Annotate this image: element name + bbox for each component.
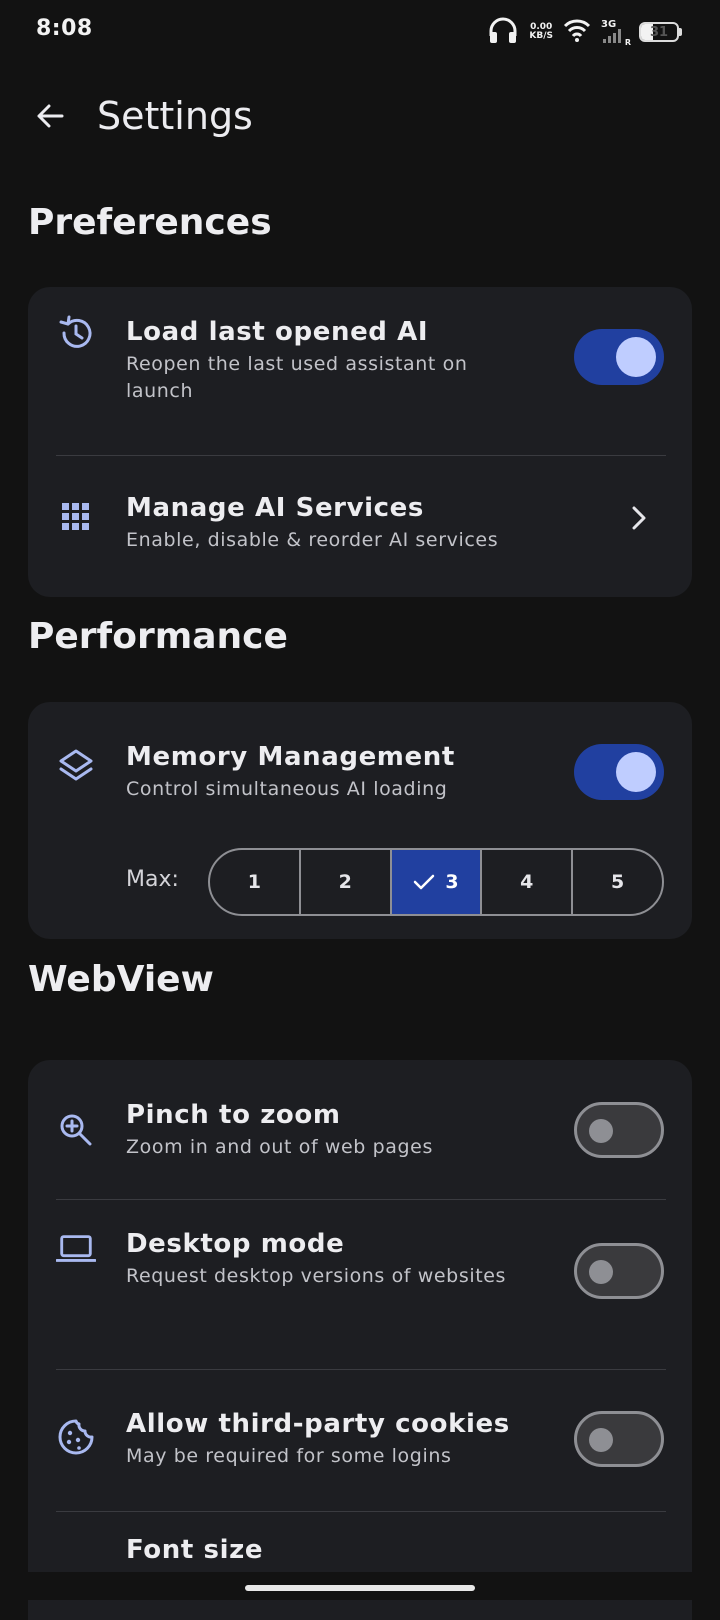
setting-subtitle: Reopen the last used assistant on launch [126, 353, 468, 402]
network-sub: R [624, 38, 631, 47]
load-last-toggle[interactable] [574, 329, 664, 385]
battery-indicator: 31 [639, 22, 682, 42]
history-icon [56, 313, 96, 353]
option-label: 4 [520, 871, 534, 893]
preferences-card: Load last opened AI Reopen the last used… [28, 287, 692, 597]
page-title: Settings [97, 94, 253, 138]
setting-title: Font size [126, 1535, 264, 1565]
back-button[interactable] [30, 96, 70, 136]
wifi-icon [563, 18, 591, 46]
setting-title: Desktop mode [126, 1229, 345, 1259]
section-title-performance: Performance [28, 616, 288, 657]
performance-card: Memory Management Control simultaneous A… [28, 702, 692, 939]
setting-desktop-mode[interactable]: Desktop mode Request desktop versions of… [28, 1201, 692, 1369]
setting-third-party-cookies[interactable]: Allow third-party cookies May be require… [28, 1371, 692, 1509]
net-speed: 0.00 KB/S [529, 23, 553, 41]
setting-subtitle: Request desktop versions of websites [126, 1265, 507, 1287]
setting-subtitle: Control simultaneous AI loading [126, 778, 448, 800]
setting-title: Memory Management [126, 742, 455, 772]
setting-subtitle: Enable, disable & reorder AI services [126, 529, 499, 551]
cell-signal-icon: 3G R [601, 19, 631, 47]
setting-memory-management[interactable]: Memory Management Control simultaneous A… [28, 702, 692, 830]
max-label: Max: [126, 867, 179, 892]
home-indicator[interactable] [245, 1585, 475, 1591]
divider [56, 1369, 666, 1370]
divider [56, 1199, 666, 1200]
setting-subtitle: May be required for some logins [126, 1445, 452, 1467]
option-label: 2 [338, 871, 352, 893]
check-icon [414, 874, 435, 890]
memory-management-toggle[interactable] [574, 744, 664, 800]
max-option-3[interactable]: 3 [389, 850, 481, 914]
zoom-in-icon [56, 1110, 96, 1150]
setting-title: Load last opened AI [126, 317, 429, 347]
max-option-1[interactable]: 1 [210, 850, 299, 914]
arrow-left-icon [37, 104, 64, 128]
apps-grid-icon [56, 497, 96, 537]
headphones-icon [487, 16, 519, 48]
option-label: 5 [610, 871, 625, 893]
setting-title: Manage AI Services [126, 493, 424, 523]
max-ai-segmented-control[interactable]: 1 2 3 4 5 [208, 848, 664, 916]
third-party-cookies-toggle[interactable] [574, 1411, 664, 1467]
net-speed-unit: KB/S [529, 31, 553, 41]
setting-manage-ai-services[interactable]: Manage AI Services Enable, disable & reo… [28, 457, 692, 597]
layers-icon [56, 746, 96, 786]
section-title-webview: WebView [28, 959, 214, 1000]
status-icons: 0.00 KB/S 3G R 31 [487, 16, 682, 48]
max-option-4[interactable]: 4 [480, 850, 571, 914]
status-time: 8:08 [36, 16, 93, 41]
option-label: 3 [445, 871, 459, 893]
webview-card: Pinch to zoom Zoom in and out of web pag… [28, 1060, 692, 1620]
setting-pinch-to-zoom[interactable]: Pinch to zoom Zoom in and out of web pag… [28, 1060, 692, 1197]
section-title-preferences: Preferences [28, 202, 272, 243]
pinch-to-zoom-toggle[interactable] [574, 1102, 664, 1158]
battery-level: 31 [649, 24, 669, 40]
setting-title: Allow third-party cookies [126, 1409, 510, 1439]
cookie-icon [56, 1417, 96, 1457]
battery-icon: 31 [639, 22, 679, 42]
chevron-right-icon [624, 503, 654, 533]
divider [56, 1511, 666, 1512]
divider [56, 455, 666, 456]
setting-load-last-opened-ai[interactable]: Load last opened AI Reopen the last used… [28, 287, 692, 447]
desktop-mode-toggle[interactable] [574, 1243, 664, 1299]
max-option-2[interactable]: 2 [298, 850, 390, 914]
setting-title: Pinch to zoom [126, 1100, 341, 1130]
option-label: 1 [247, 871, 262, 893]
setting-subtitle: Zoom in and out of web pages [126, 1136, 433, 1158]
laptop-icon [56, 1229, 96, 1269]
max-option-5[interactable]: 5 [571, 850, 662, 914]
